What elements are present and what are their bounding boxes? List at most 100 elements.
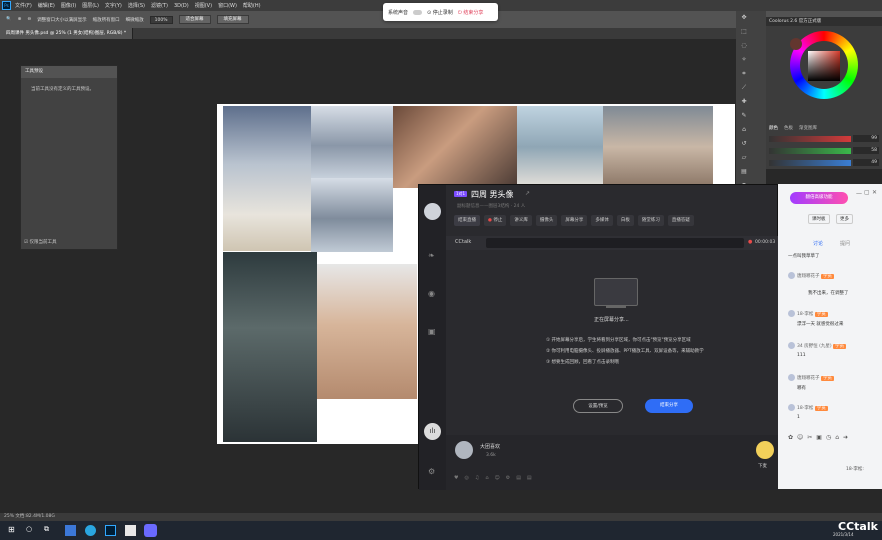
resize-windows-checkbox[interactable]: 调整窗口大小以满屏显示 — [37, 17, 87, 23]
external-link-icon[interactable]: ↗ — [525, 190, 530, 197]
gradient-tool-icon[interactable]: ▤ — [739, 167, 749, 177]
lecture-library-button[interactable]: 讲义库 — [510, 215, 532, 226]
info-bullet-3: ③ 想要生成回顾，回看了点击录制哦 — [546, 360, 619, 365]
healing-brush-icon[interactable]: ✚ — [739, 97, 749, 107]
crop-tool-icon[interactable]: ⌗ — [739, 69, 749, 79]
chat-text-6: 1 — [797, 415, 800, 420]
green-slider[interactable] — [769, 147, 851, 154]
menu-type[interactable]: 文字(Y) — [105, 2, 122, 9]
menu-help[interactable]: 帮助(H) — [243, 2, 261, 9]
brush-tool-icon[interactable]: ✎ — [739, 111, 749, 121]
green-value[interactable]: 58 — [853, 147, 879, 154]
red-value[interactable]: 99 — [853, 135, 879, 142]
move-tool-icon[interactable]: ✥ — [739, 13, 749, 23]
settings-preview-button[interactable]: 设置/预览 — [573, 399, 623, 413]
photo-4 — [393, 106, 517, 188]
chat-tab-discuss[interactable]: 讨论 — [813, 240, 823, 247]
teacher-name: 大团喜欢 — [480, 444, 501, 450]
taskbar-cctalk-icon[interactable] — [144, 524, 157, 537]
zoom-tool-icon[interactable]: 🔍 — [6, 17, 12, 22]
chat-text-4: 111 — [797, 353, 806, 358]
end-share-main-button[interactable]: 结束分享 — [645, 399, 693, 413]
taskbar-browser-icon[interactable] — [85, 525, 96, 536]
leaf-icon[interactable]: ❧ — [428, 251, 435, 260]
color-square[interactable] — [808, 51, 840, 81]
foreground-swatch[interactable] — [790, 38, 802, 50]
menu-file[interactable]: 文件(F) — [15, 2, 32, 9]
stamp-tool-icon[interactable]: ⌂ — [739, 125, 749, 135]
fit-screen-button[interactable]: 适合屏幕 — [178, 15, 211, 24]
menu-window[interactable]: 窗口(W) — [218, 2, 237, 9]
current-tool-only-checkbox[interactable]: ☑ 仅限当前工具 — [24, 239, 56, 245]
document-tab[interactable]: 四周课件 男头像.psd @ 25% (1 男女(结构)图层, RGB/8) * — [0, 28, 134, 39]
whiteboard-button[interactable]: 白板 — [616, 215, 634, 226]
gradients-tab[interactable]: 渐变图库 — [799, 125, 817, 131]
info-bullet-1-text: 开始屏幕分享后，学生将看到分享区域，你可点击"预览"预览分享区域 — [551, 338, 691, 343]
zoom-out-icon[interactable]: ⊖ — [27, 17, 31, 22]
magic-wand-icon[interactable]: ✧ — [739, 55, 749, 65]
zoom-value-field[interactable]: 100% — [149, 15, 173, 24]
qa-button[interactable]: 直播答疑 — [667, 215, 694, 226]
color-tab[interactable]: 颜色 — [769, 125, 778, 131]
taskbar-photoshop-icon[interactable] — [105, 525, 116, 536]
screen-share-button[interactable]: 屏幕分享 — [561, 215, 588, 226]
more-button[interactable]: 更多 — [836, 214, 853, 224]
cctalk-left-rail: ❧ ◉ ▣ ılı ⚙ — [419, 185, 446, 490]
window-maximize-icon[interactable]: ▢ — [864, 189, 870, 196]
taskbar-app-1-icon[interactable] — [65, 525, 76, 536]
user-avatar[interactable] — [424, 203, 441, 220]
bottom-control-icons: ♥◎♫⌂☺⚙▤▤ — [454, 475, 538, 481]
menu-filter[interactable]: 滤镜(T) — [151, 2, 168, 9]
taskbar-app-4-icon[interactable] — [125, 525, 136, 536]
blue-value[interactable]: 49 — [853, 159, 879, 166]
live-stats-icon[interactable]: ılı — [424, 423, 441, 440]
menu-3d[interactable]: 3D(D) — [174, 3, 189, 9]
eyedropper-icon[interactable]: ⟋ — [739, 83, 749, 93]
scrubby-zoom-checkbox[interactable]: 细微缩放 — [126, 17, 144, 23]
menu-view[interactable]: 视图(V) — [195, 2, 212, 9]
window-minimize-icon[interactable]: — — [856, 190, 862, 197]
windows-start-icon[interactable]: ⊞ — [8, 525, 15, 534]
chat-tab-question[interactable]: 提问 — [840, 240, 850, 247]
chat-name-4: 34 房野恒 (九星) 学员 — [797, 343, 847, 349]
multimedia-button[interactable]: 多媒体 — [591, 215, 613, 226]
screen-share-illustration-icon — [594, 278, 638, 306]
quiz-button[interactable]: 随堂练习 — [637, 215, 664, 226]
blue-slider[interactable] — [769, 159, 851, 166]
fill-screen-button[interactable]: 填充屏幕 — [216, 15, 249, 24]
windows-taskbar: ⊞ ○ ⧉ 2021/3/14 — [0, 521, 882, 540]
promo-banner[interactable]: 翻倍高级功能 — [790, 192, 848, 204]
system-sound-toggle[interactable] — [413, 9, 423, 15]
eraser-tool-icon[interactable]: ▱ — [739, 153, 749, 163]
swatches-tab[interactable]: 色板 — [784, 125, 793, 131]
zoom-in-icon[interactable]: ⊕ — [18, 17, 22, 22]
folder-icon[interactable]: ▣ — [428, 327, 436, 336]
end-live-button[interactable]: 结束直播 — [454, 215, 480, 226]
chat-bubble-icon[interactable]: ◉ — [428, 289, 435, 298]
current-tool-only-label: 仅限当前工具 — [29, 240, 57, 245]
window-close-icon[interactable]: ✕ — [872, 189, 877, 196]
cctalk-teacher-bar: 大团喜欢 3.6k 下麦 ♥◎♫⌂☺⚙▤▤ — [446, 435, 779, 490]
chat-name-3: 18-李松 学员 — [797, 311, 828, 317]
tool-presets-empty-text: 当前工具没有定义的工具预设。 — [31, 87, 94, 92]
settings-icon[interactable]: ⚙ — [428, 467, 435, 476]
camera-button[interactable]: 摄像头 — [535, 215, 558, 226]
stop-button[interactable]: ● 停止 — [484, 215, 507, 226]
red-slider[interactable] — [769, 135, 851, 142]
recording-dot-icon: ● — [748, 239, 753, 245]
lasso-tool-icon[interactable]: ◌ — [739, 41, 749, 51]
end-share-button[interactable]: ⏻ 结束分享 — [458, 9, 484, 16]
search-icon[interactable]: ○ — [26, 525, 32, 533]
stop-recording-button[interactable]: ⊙ 停止录制 — [427, 9, 453, 16]
system-sound-label: 系统声音 — [388, 9, 409, 16]
menu-select[interactable]: 选择(S) — [128, 2, 145, 9]
task-view-icon[interactable]: ⧉ — [44, 525, 49, 534]
marquee-tool-icon[interactable]: ⬚ — [739, 27, 749, 37]
hand-raise-avatar[interactable] — [756, 441, 774, 459]
menu-layer[interactable]: 图层(L) — [82, 2, 99, 9]
lesson-board-button[interactable]: 课时板 — [808, 214, 830, 224]
menu-edit[interactable]: 编辑(E) — [38, 2, 55, 9]
zoom-all-checkbox[interactable]: 缩放所有窗口 — [93, 17, 120, 23]
history-brush-icon[interactable]: ↺ — [739, 139, 749, 149]
menu-image[interactable]: 图像(I) — [61, 2, 76, 9]
